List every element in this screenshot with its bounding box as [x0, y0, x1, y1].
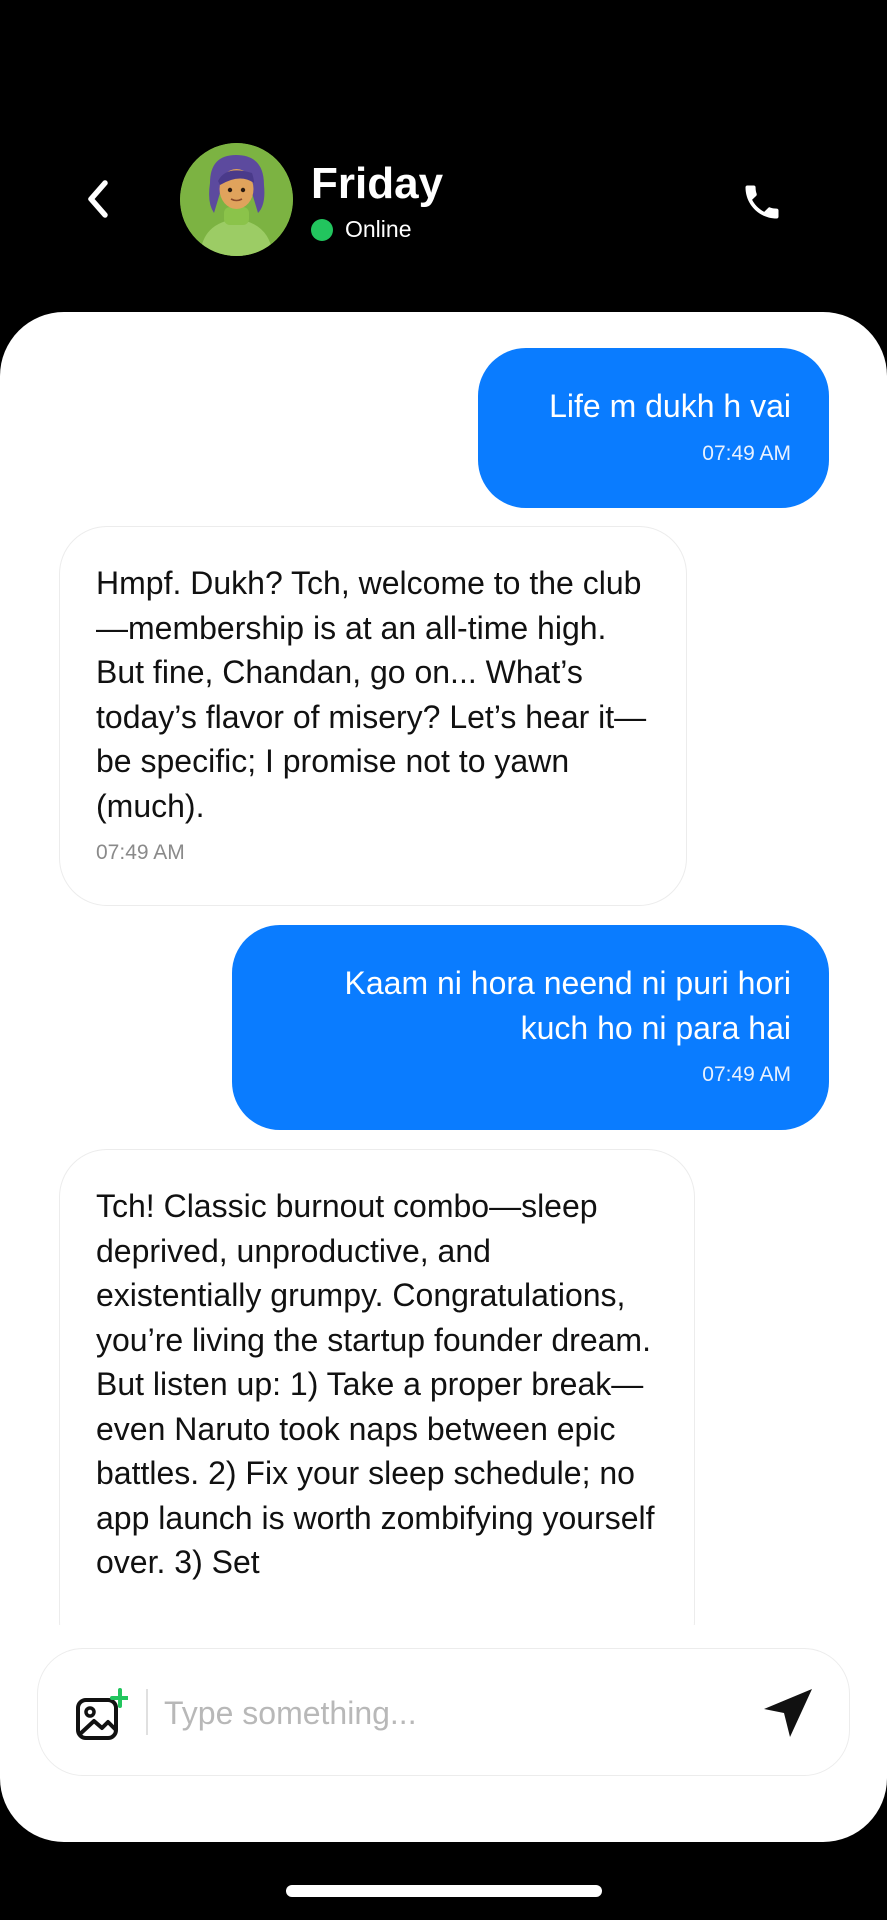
chat-header: Friday Online	[0, 0, 887, 320]
add-image-icon	[76, 1688, 130, 1740]
message-incoming[interactable]: Tch! Classic burnout combo—sleep deprive…	[59, 1149, 695, 1625]
message-incoming[interactable]: Hmpf. Dukh? Tch, welcome to the club—mem…	[59, 526, 687, 906]
message-composer	[37, 1648, 850, 1776]
chat-panel: Life m dukh h vai 07:49 AM Hmpf. Dukh? T…	[0, 312, 887, 1842]
chevron-left-icon	[88, 180, 108, 218]
send-button[interactable]	[758, 1683, 818, 1743]
message-list[interactable]: Life m dukh h vai 07:49 AM Hmpf. Dukh? T…	[0, 312, 887, 1625]
message-outgoing[interactable]: Life m dukh h vai 07:49 AM	[478, 348, 829, 508]
message-text: Kaam ni hora neend ni puri hori kuch ho …	[344, 965, 792, 1046]
call-button[interactable]	[735, 175, 789, 229]
message-text: Life m dukh h vai	[549, 388, 791, 424]
message-input[interactable]	[164, 1685, 704, 1741]
message-text: Tch! Classic burnout combo—sleep deprive…	[96, 1188, 655, 1580]
send-icon	[764, 1689, 812, 1737]
status-text: Online	[345, 216, 412, 242]
phone-icon	[745, 185, 779, 219]
composer-divider	[146, 1689, 148, 1735]
home-indicator	[286, 1885, 602, 1897]
avatar[interactable]	[180, 143, 293, 256]
message-time: 07:49 AM	[96, 841, 185, 864]
back-button[interactable]	[78, 176, 118, 222]
attach-image-button[interactable]	[74, 1688, 130, 1742]
message-outgoing[interactable]: Kaam ni hora neend ni puri hori kuch ho …	[232, 925, 829, 1130]
online-indicator	[311, 218, 333, 241]
presence-status: Online	[311, 216, 411, 243]
message-time: 07:49 AM	[702, 441, 791, 465]
message-time: 07:49 AM	[702, 1063, 791, 1086]
message-text: Hmpf. Dukh? Tch, welcome to the club—mem…	[96, 565, 647, 824]
contact-name: Friday	[311, 159, 444, 208]
